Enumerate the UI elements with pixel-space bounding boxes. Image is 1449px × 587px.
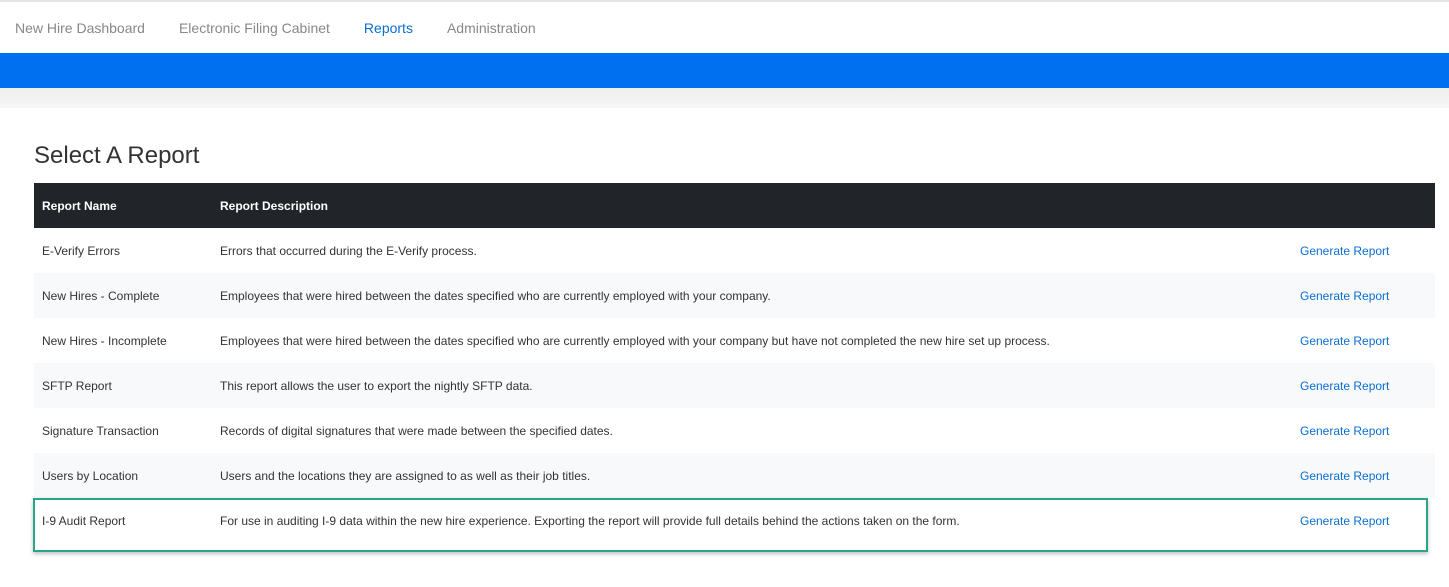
report-name: New Hires - Incomplete [42,333,167,348]
generate-report-link-sftp-report[interactable]: Generate Report [1300,379,1389,393]
report-table: Report Name Report Description E-Verify … [34,183,1435,543]
report-description: Errors that occurred during the E-Verify… [220,243,477,258]
report-description: Users and the locations they are assigne… [220,468,591,483]
report-description: For use in auditing I-9 data within the … [212,498,1292,543]
report-name: Signature Transaction [42,423,159,438]
table-row-highlighted: I-9 Audit Report For use in auditing I-9… [34,498,1435,543]
report-description: Records of digital signatures that were … [220,423,613,438]
column-header-report-name: Report Name [42,198,117,213]
report-name: E-Verify Errors [42,243,121,258]
table-row: New Hires - Incomplete Employees that we… [34,318,1435,363]
generate-report-link-i9-audit-report[interactable]: Generate Report [1300,514,1389,528]
generate-report-link-new-hires-incomplete[interactable]: Generate Report [1300,334,1389,348]
page-title: Select A Report [34,142,200,169]
column-header-action [1292,183,1435,228]
report-description: Employees that were hired between the da… [220,333,1050,348]
generate-report-link-users-by-location[interactable]: Generate Report [1300,469,1389,483]
nav-electronic-filing-cabinet[interactable]: Electronic Filing Cabinet [179,20,330,36]
report-name: SFTP Report [42,378,112,393]
report-name: Users by Location [42,468,139,483]
header-banner [0,53,1449,88]
table-row: Users by Location Users and the location… [34,453,1435,498]
report-name: New Hires - Complete [42,288,160,303]
generate-report-link-signature-transaction[interactable]: Generate Report [1300,424,1389,438]
report-description: Employees that were hired between the da… [220,288,771,303]
nav-reports[interactable]: Reports [364,20,413,36]
table-row: Signature Transaction Records of digital… [34,408,1435,453]
column-header-report-description: Report Description [220,198,329,213]
nav-administration[interactable]: Administration [447,20,536,36]
banner-shadow [0,88,1449,108]
generate-report-link-e-verify-errors[interactable]: Generate Report [1300,244,1389,258]
table-header-row: Report Name Report Description [34,183,1435,228]
table-row: SFTP Report This report allows the user … [34,363,1435,408]
main-content: Select A Report Report Name Report Descr… [0,143,1449,543]
table-row: New Hires - Complete Employees that were… [34,273,1435,318]
table-row: E-Verify Errors Errors that occurred dur… [34,228,1435,273]
generate-report-link-new-hires-complete[interactable]: Generate Report [1300,289,1389,303]
top-nav: New Hire Dashboard Electronic Filing Cab… [0,2,1449,53]
report-description: This report allows the user to export th… [220,378,533,393]
nav-new-hire-dashboard[interactable]: New Hire Dashboard [15,20,145,36]
report-name: I-9 Audit Report [34,498,212,543]
